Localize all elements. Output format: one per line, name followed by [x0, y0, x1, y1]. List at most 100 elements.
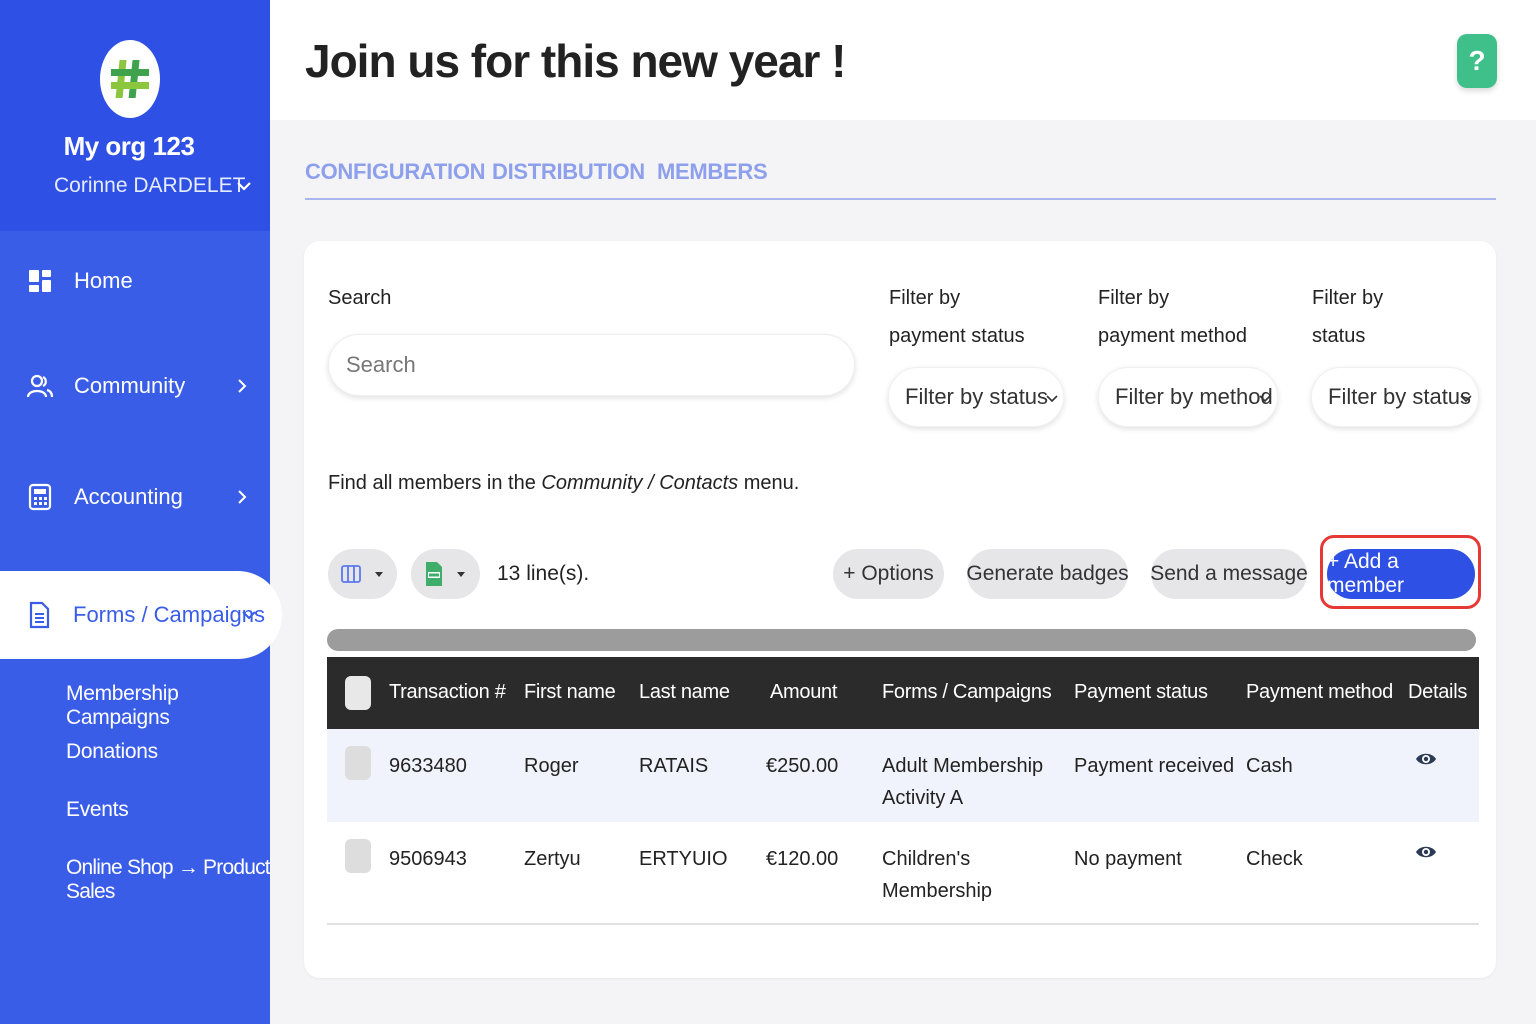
users-icon — [26, 374, 54, 398]
caret-down-icon — [374, 572, 383, 577]
sidebar-item-accounting[interactable]: Accounting — [0, 467, 270, 527]
line-count: 13 line(s). — [497, 562, 590, 585]
generate-badges-button[interactable]: Generate badges — [966, 549, 1129, 599]
select-value: Filter by method — [1115, 384, 1273, 409]
org-header[interactable]: My org 123 Corinne DARDELET — [0, 0, 270, 231]
info-prefix: Find all members in the — [328, 472, 542, 494]
calculator-icon — [28, 483, 52, 511]
column-header[interactable]: First name — [524, 681, 616, 704]
document-icon — [29, 601, 50, 629]
payment-status-select[interactable]: Filter by status — [888, 367, 1064, 427]
export-xlsx-button[interactable] — [411, 549, 480, 599]
table-row[interactable]: 9506943 Zertyu ERTYUIO €120.00 Children'… — [327, 822, 1479, 925]
cell-first-name: Zertyu — [524, 848, 581, 870]
chevron-right-icon — [238, 490, 247, 504]
column-header: Details — [1408, 681, 1468, 703]
cell-campaign: Adult Membership Activity A — [882, 750, 1043, 814]
campaign-line: Children's — [882, 848, 971, 870]
sidebar-subitem-membership-campaigns[interactable]: Membership Campaigns — [66, 682, 270, 730]
cell-payment-method: Cash — [1246, 755, 1293, 777]
column-header[interactable]: Forms / Campaigns — [882, 681, 1052, 704]
org-logo-icon — [100, 40, 160, 118]
status-select[interactable]: Filter by status — [1311, 367, 1479, 427]
page-title: Join us for this new year ! — [305, 35, 846, 87]
cell-transaction: 9633480 — [389, 755, 467, 777]
payment-method-select[interactable]: Filter by method — [1098, 367, 1278, 427]
column-header[interactable]: Last name — [639, 681, 730, 704]
cell-amount: €250.00 — [766, 755, 839, 777]
tab-configuration[interactable]: CONFIGURATION — [305, 159, 486, 185]
chevron-down-icon — [242, 611, 256, 620]
tab-distribution[interactable]: DISTRIBUTION — [492, 159, 645, 185]
row-checkbox[interactable] — [345, 839, 371, 873]
sidebar-subitem-online-shop[interactable]: Online Shop → Product Sales — [66, 856, 271, 904]
sidebar-item-label: Community — [74, 373, 186, 398]
community-contacts-link: Community / Contacts — [541, 472, 739, 494]
search-input[interactable] — [328, 334, 855, 396]
table-header: Transaction # First name Last name Amoun… — [327, 657, 1479, 729]
filter-status-label: Filter by status — [1312, 279, 1383, 355]
search-label: Search — [328, 287, 392, 309]
grid-icon — [29, 270, 51, 292]
info-suffix: menu. — [738, 472, 800, 494]
excel-file-icon — [425, 562, 442, 586]
filter-payment-method-label: Filter by payment method — [1098, 279, 1247, 355]
chevron-down-icon[interactable] — [234, 176, 254, 196]
cell-first-name: Roger — [524, 755, 579, 777]
sidebar-subitem-events[interactable]: Events — [66, 798, 129, 822]
page-header: Join us for this new year ! ? — [270, 0, 1536, 120]
cell-amount: €120.00 — [766, 848, 839, 870]
chevron-down-icon — [1046, 395, 1058, 403]
cell-payment-method: Check — [1246, 848, 1303, 870]
cell-transaction: 9506943 — [389, 848, 467, 870]
sidebar-item-forms-campaigns[interactable]: Forms / Campaigns — [0, 571, 282, 659]
sidebar-item-label: Accounting — [74, 484, 183, 509]
select-all-checkbox[interactable] — [345, 676, 371, 710]
filter-label-line: payment status — [889, 325, 1025, 347]
user-name: Corinne DARDELET — [54, 174, 246, 197]
org-name: My org 123 — [63, 131, 195, 161]
sidebar-subitem-donations[interactable]: Donations — [66, 740, 158, 764]
filter-label-line: Filter by — [889, 287, 961, 309]
select-value: Filter by status — [905, 384, 1049, 409]
column-header[interactable]: Amount — [770, 681, 837, 704]
select-value: Filter by status — [1328, 384, 1472, 409]
sidebar-item-community[interactable]: Community — [0, 356, 270, 416]
add-member-button[interactable]: + Add a member — [1327, 549, 1475, 599]
cell-payment-status: No payment — [1074, 848, 1182, 870]
horizontal-scrollbar[interactable] — [327, 629, 1476, 651]
chevron-down-icon — [1460, 395, 1472, 403]
tab-members[interactable]: MEMBERS — [657, 159, 768, 185]
columns-icon — [340, 565, 361, 583]
caret-down-icon — [456, 572, 465, 577]
campaign-line: Membership — [882, 880, 993, 902]
column-header[interactable]: Payment method — [1246, 681, 1393, 704]
sidebar: My org 123 Corinne DARDELET Home Communi… — [0, 0, 282, 1024]
filter-label-line: status — [1312, 325, 1366, 347]
filter-label-line: Filter by — [1312, 287, 1384, 309]
sidebar-item-label: Home — [74, 268, 133, 293]
help-button[interactable]: ? — [1457, 34, 1497, 88]
info-text: Find all members in the Community / Cont… — [328, 472, 799, 495]
chevron-right-icon — [238, 379, 247, 393]
eye-icon[interactable] — [1415, 751, 1437, 767]
sidebar-item-home[interactable]: Home — [0, 251, 270, 311]
send-message-button[interactable]: Send a message — [1150, 549, 1308, 599]
sidebar-item-label: Forms / Campaigns — [73, 602, 265, 627]
columns-toggle-button[interactable] — [328, 549, 397, 599]
filter-payment-status-label: Filter by payment status — [889, 279, 1025, 355]
column-header[interactable]: Transaction # — [389, 681, 506, 704]
row-checkbox[interactable] — [345, 746, 371, 780]
column-header[interactable]: Payment status — [1074, 681, 1208, 704]
campaign-line: Activity A — [882, 787, 964, 809]
cell-last-name: ERTYUIO — [639, 848, 728, 870]
chevron-down-icon — [1259, 395, 1271, 403]
options-button[interactable]: + Options — [833, 549, 944, 599]
cell-last-name: RATAIS — [639, 755, 709, 777]
cell-payment-status: Payment received — [1074, 755, 1235, 777]
eye-icon[interactable] — [1415, 844, 1437, 860]
cell-campaign: Children's Membership — [882, 843, 992, 907]
table-row[interactable]: 9633480 Roger RATAIS €250.00 Adult Membe… — [327, 729, 1479, 822]
tab-bar: CONFIGURATION DISTRIBUTION MEMBERS — [305, 150, 1496, 200]
filter-label-line: payment method — [1098, 325, 1247, 347]
